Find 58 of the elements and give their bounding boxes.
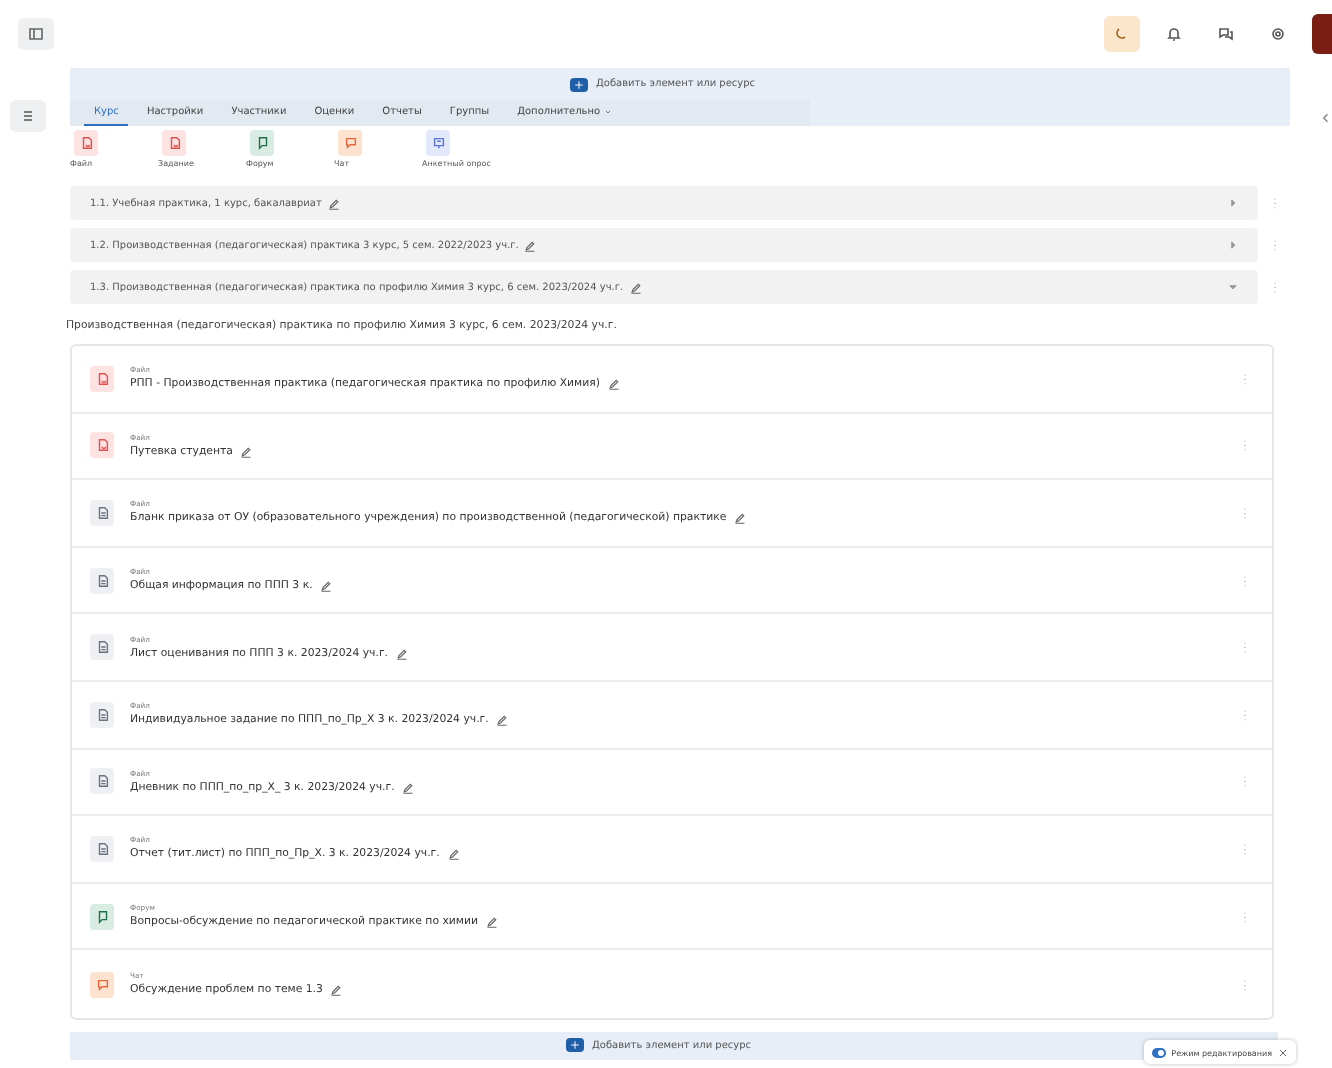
- document-icon: [167, 136, 181, 150]
- kebab-menu-icon: [1238, 707, 1252, 722]
- list-icon: [20, 108, 36, 124]
- document-icon: [95, 505, 109, 520]
- speech-bubble-icon: [255, 136, 269, 150]
- chat-bubbles-icon: [1218, 26, 1234, 42]
- settings-icon: [1270, 26, 1286, 42]
- speech-bubble-icon: [95, 909, 109, 924]
- close-icon: [1278, 1047, 1288, 1057]
- pencil-icon: [402, 781, 415, 794]
- pencil-icon: [734, 512, 747, 525]
- monitor-icon: [431, 136, 445, 150]
- speech-bubble-icon: [343, 136, 357, 150]
- moon-icon: [1114, 26, 1130, 42]
- pencil-icon: [496, 714, 509, 727]
- chevron-left-icon: [1320, 112, 1332, 124]
- document-icon: [79, 136, 93, 150]
- document-icon: [95, 841, 109, 856]
- kebab-menu-icon: [1238, 371, 1252, 386]
- caret-icon: [1228, 198, 1238, 208]
- document-icon: [95, 640, 109, 655]
- kebab-menu-icon: [1238, 640, 1252, 655]
- kebab-menu-icon: [1268, 196, 1282, 210]
- pencil-icon: [629, 281, 642, 293]
- kebab-menu-icon: [1238, 774, 1252, 789]
- caret-icon: [1228, 240, 1238, 250]
- document-icon: [95, 371, 109, 386]
- pencil-icon: [330, 984, 343, 997]
- bell-icon: [1166, 26, 1182, 42]
- speech-bubble-icon: [95, 977, 109, 992]
- pencil-icon: [320, 580, 333, 593]
- course-index-button[interactable]: [10, 100, 46, 132]
- kebab-menu-icon: [1268, 280, 1282, 294]
- document-icon: [95, 573, 109, 588]
- kebab-menu-icon: [1238, 909, 1252, 924]
- pencil-icon: [447, 848, 460, 861]
- kebab-menu-icon: [1238, 573, 1252, 588]
- plus-icon: [570, 1040, 580, 1051]
- dark-mode-button[interactable]: [1104, 16, 1140, 52]
- sidebar-icon: [28, 26, 44, 42]
- kebab-menu-icon: [1238, 505, 1252, 520]
- pencil-icon: [327, 197, 340, 209]
- pencil-icon: [396, 647, 408, 660]
- kebab-menu-icon: [1238, 977, 1252, 992]
- user-avatar[interactable]: [1312, 14, 1332, 54]
- pencil-icon: [486, 916, 498, 929]
- caret-icon: [1228, 282, 1238, 292]
- pencil-icon: [524, 239, 537, 251]
- sidebar-toggle-button[interactable]: [18, 18, 54, 50]
- kebab-menu-icon: [1238, 438, 1252, 453]
- pencil-icon: [240, 445, 253, 458]
- pencil-icon: [607, 378, 620, 391]
- document-icon: [95, 438, 109, 453]
- document-icon: [95, 707, 109, 722]
- kebab-menu-icon: [1268, 238, 1282, 252]
- document-icon: [95, 774, 109, 789]
- kebab-menu-icon: [1238, 841, 1252, 856]
- plus-icon: [574, 79, 584, 89]
